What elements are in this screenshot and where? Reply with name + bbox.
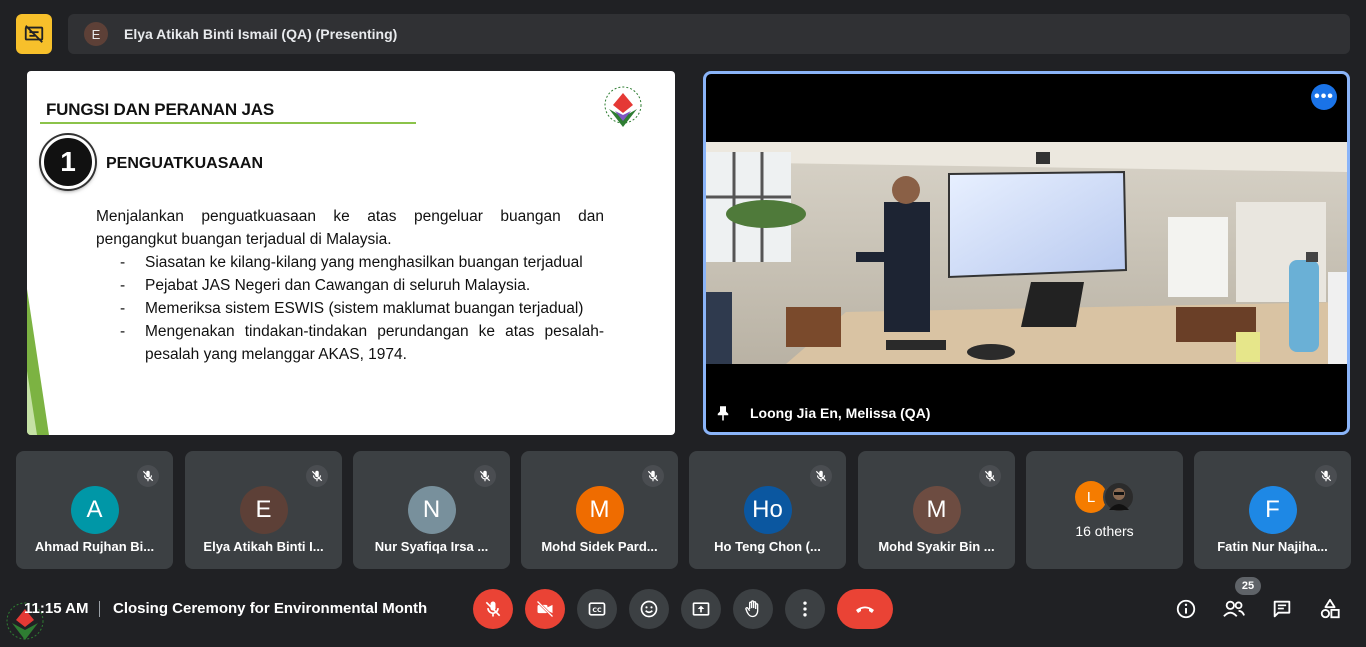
pinned-video-tile[interactable]: ••• Loong Jia En, Melissa (QA) xyxy=(703,71,1350,435)
slide-title-underline xyxy=(40,122,416,124)
bullet-marker: - xyxy=(120,254,126,271)
camera-off-icon xyxy=(536,600,554,618)
participant-name: Fatin Nur Najiha... xyxy=(1217,539,1328,554)
slide-bullet: - Memeriksa sistem ESWIS (sistem maklumat… xyxy=(96,297,604,320)
mic-off-icon xyxy=(642,465,664,487)
meeting-details-button[interactable] xyxy=(1174,597,1198,621)
meet-window: E Elya Atikah Binti Ismail (QA) (Present… xyxy=(0,0,1366,647)
participant-tile[interactable]: E Elya Atikah Binti I... xyxy=(185,451,342,569)
pin-icon[interactable] xyxy=(714,404,732,422)
microphone-toggle-button[interactable] xyxy=(473,589,513,629)
slide-paragraph: Menjalankan penguatkuasaan ke atas penge… xyxy=(96,208,604,248)
participant-name: Nur Syafiqa Irsa ... xyxy=(374,539,489,554)
bullet-marker: - xyxy=(120,323,126,340)
meeting-title: Closing Ceremony for Environmental Month xyxy=(113,600,428,617)
mic-off-icon xyxy=(137,465,159,487)
mic-off-icon xyxy=(1315,465,1337,487)
others-count-label: 16 others xyxy=(1075,523,1134,539)
presentation-slide: FUNGSI DAN PERANAN JAS 1 PENGUATKUASAAN … xyxy=(27,71,675,435)
people-button[interactable] xyxy=(1222,597,1246,621)
participant-tile[interactable]: A Ahmad Rujhan Bi... xyxy=(16,451,173,569)
mic-off-icon xyxy=(485,601,501,617)
raise-hand-button[interactable] xyxy=(733,589,773,629)
avatar: M xyxy=(912,486,961,534)
slide-title: FUNGSI DAN PERANAN JAS xyxy=(46,100,274,119)
participant-count-badge: 25 xyxy=(1235,577,1261,595)
slide-bullet-list: - Siasatan ke kilang-kilang yang menghasi… xyxy=(96,251,604,366)
participant-name: Ahmad Rujhan Bi... xyxy=(34,539,155,554)
present-screen-button[interactable] xyxy=(681,589,721,629)
mic-off-icon xyxy=(810,465,832,487)
call-end-icon xyxy=(856,606,874,613)
activities-icon xyxy=(1320,598,1340,619)
people-icon xyxy=(1223,600,1245,617)
slide-body: Menjalankan penguatkuasaan ke atas penge… xyxy=(96,205,604,366)
activities-button[interactable] xyxy=(1318,597,1342,621)
hand-icon xyxy=(745,600,759,618)
clock-time: 11:15 AM xyxy=(24,600,89,617)
svg-text:CC: CC xyxy=(592,607,602,614)
more-options-button[interactable] xyxy=(785,589,825,629)
chat-icon xyxy=(1273,600,1291,618)
jas-logo-icon xyxy=(604,86,642,127)
reactions-button[interactable] xyxy=(629,589,669,629)
more-options-button[interactable]: ••• xyxy=(1311,84,1337,110)
participant-tile[interactable]: M Mohd Sidek Pard... xyxy=(521,451,678,569)
leave-call-button[interactable] xyxy=(837,589,893,629)
others-tile[interactable]: L 16 others xyxy=(1026,451,1183,569)
participant-tile[interactable]: Ho Ho Teng Chon (... xyxy=(689,451,846,569)
avatar: A xyxy=(70,486,119,534)
mic-off-icon xyxy=(306,465,328,487)
captions-button[interactable]: CC xyxy=(577,589,617,629)
slide-bullet: - Pejabat JAS Negeri dan Cawangan di selu… xyxy=(96,274,604,297)
bullet-marker: - xyxy=(120,277,126,294)
slide-number-badge: 1 xyxy=(41,135,95,189)
info-icon xyxy=(1176,599,1196,619)
presenter-avatar: E xyxy=(84,22,108,46)
more-vert-icon xyxy=(803,601,807,617)
camera-video-feed xyxy=(706,142,1347,364)
avatar: N xyxy=(407,486,456,534)
emoji-icon xyxy=(640,600,658,618)
chat-button[interactable] xyxy=(1270,597,1294,621)
slide-bullet: - Mengenakan tindakan-tindakan perundanga… xyxy=(96,320,604,366)
bullet-marker: - xyxy=(120,300,126,317)
divider xyxy=(99,601,100,617)
avatar: Ho xyxy=(743,486,792,534)
presentation-off-icon xyxy=(24,25,44,43)
pinned-participant-name: Loong Jia En, Melissa (QA) xyxy=(750,405,931,421)
participant-tile[interactable]: F Fatin Nur Najiha... xyxy=(1194,451,1351,569)
avatar-photo-icon xyxy=(1103,481,1135,513)
participant-name: Ho Teng Chon (... xyxy=(714,539,821,554)
slide-green-decoration xyxy=(27,289,49,435)
avatar: M xyxy=(575,486,624,534)
participant-name: Mohd Sidek Pard... xyxy=(541,539,658,554)
slide-bullet: - Siasatan ke kilang-kilang yang menghasi… xyxy=(96,251,604,274)
camera-toggle-button[interactable] xyxy=(525,589,565,629)
mic-off-icon xyxy=(979,465,1001,487)
avatar: F xyxy=(1248,486,1297,534)
participant-tile[interactable]: M Mohd Syakir Bin ... xyxy=(858,451,1015,569)
slide-heading: PENGUATKUASAAN xyxy=(106,155,264,172)
mic-off-icon xyxy=(474,465,496,487)
participant-name: Elya Atikah Binti I... xyxy=(203,539,324,554)
present-screen-icon xyxy=(692,602,710,616)
avatar: E xyxy=(239,486,288,534)
participant-tile[interactable]: N Nur Syafiqa Irsa ... xyxy=(353,451,510,569)
presenter-name: Elya Atikah Binti Ismail (QA) (Presentin… xyxy=(124,26,398,42)
participant-name: Mohd Syakir Bin ... xyxy=(878,539,995,554)
pinned-participant-label: Loong Jia En, Melissa (QA) xyxy=(714,404,930,422)
closed-captions-icon: CC xyxy=(588,602,606,616)
presenter-bar: E Elya Atikah Binti Ismail (QA) (Present… xyxy=(68,14,1350,54)
presentation-off-button[interactable] xyxy=(16,14,52,54)
